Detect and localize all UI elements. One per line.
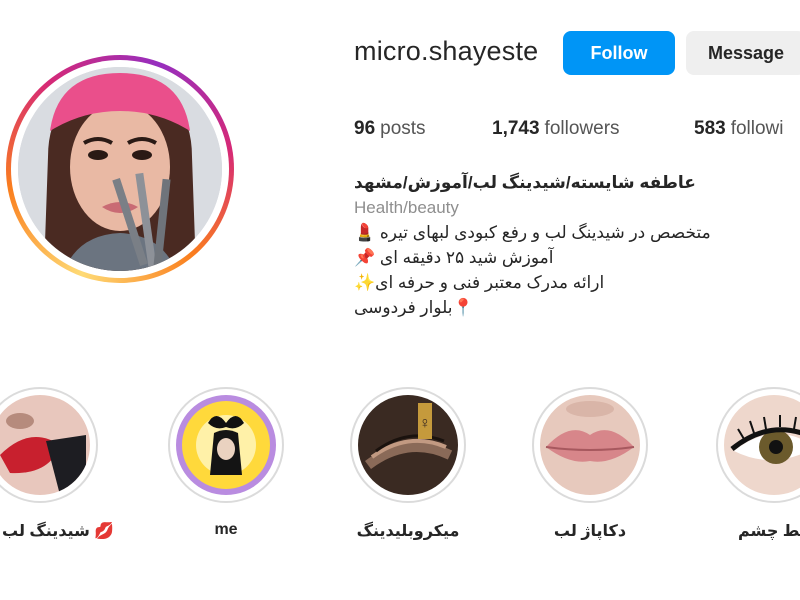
highlight-ring (532, 387, 648, 503)
highlight-thumb-microblading: ♀ (358, 395, 458, 495)
highlight-item[interactable]: ♀ میکروبلیدینگ (350, 387, 470, 547)
profile-avatar-story-ring[interactable] (6, 55, 234, 283)
bio-line-3: ارائه مدرک معتبر فنی و حرفه ای✨ (354, 273, 605, 292)
stat-following[interactable]: 583 followi (694, 118, 784, 140)
highlight-label: میکروبلیدینگ (356, 523, 460, 540)
following-label: followi (730, 118, 784, 139)
profile-username: micro.shayeste (354, 36, 539, 66)
bio-category: Health/beauty (354, 198, 459, 217)
bio-line-4: 📍بلوار فردوسی (354, 298, 474, 317)
highlight-ring (0, 387, 98, 503)
highlight-label: شیدینگ لب 💋 (2, 523, 115, 540)
highlight-item[interactable]: خط چشم (716, 387, 800, 547)
bio-line-1: متخصص در شیدینگ لب و رفع کبودی لبهای تیر… (354, 223, 711, 242)
profile-bio: عاطفه شایسته/شیدینگ لب/آموزش/مشهد Health… (354, 170, 774, 320)
stat-posts: 96 posts (354, 118, 426, 140)
following-count: 583 (694, 118, 726, 139)
highlight-thumb-lips-shading (0, 395, 90, 495)
highlight-ring (168, 387, 284, 503)
highlight-ring (716, 387, 800, 503)
highlight-thumb-me (176, 395, 276, 495)
highlight-label: دکاپاژ لب (553, 523, 627, 540)
posts-label: posts (380, 118, 426, 139)
bio-line-2: آموزش شید ۲۵ دقیقه ای 📌 (354, 248, 554, 267)
stat-followers[interactable]: 1,743 followers (492, 118, 620, 140)
highlight-label: me (214, 521, 238, 538)
highlight-item[interactable]: me (168, 387, 288, 547)
bio-name: عاطفه شایسته/شیدینگ لب/آموزش/مشهد (354, 173, 696, 192)
followers-label: followers (544, 118, 620, 139)
profile-avatar[interactable] (18, 67, 222, 271)
highlight-ring: ♀ (350, 387, 466, 503)
message-button[interactable]: Message (686, 31, 800, 75)
posts-count: 96 (354, 118, 376, 139)
avatar-gap (11, 60, 229, 278)
follow-button[interactable]: Follow (563, 31, 675, 75)
avatar-photo (18, 67, 222, 271)
followers-count: 1,743 (492, 118, 540, 139)
highlight-thumb-eyeliner (724, 395, 800, 495)
highlight-label: خط چشم (738, 523, 800, 540)
svg-text:♀: ♀ (419, 415, 431, 432)
highlight-item[interactable]: دکاپاژ لب (532, 387, 652, 547)
highlight-thumb-lip-decapage (540, 395, 640, 495)
highlight-item[interactable]: شیدینگ لب 💋 (0, 387, 114, 547)
profile-page: micro.shayeste Follow Message 96 posts 1,… (0, 0, 800, 600)
